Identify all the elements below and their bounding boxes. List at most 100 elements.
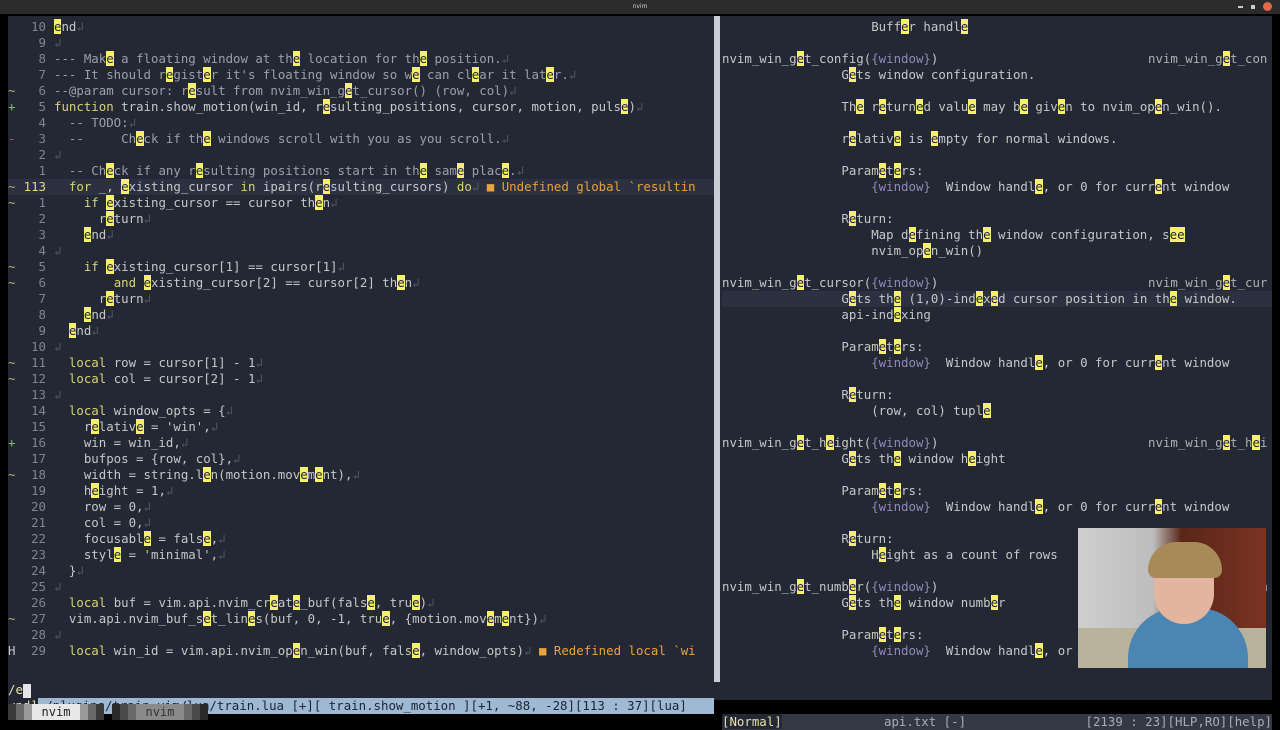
code-line[interactable]: 23 style = 'minimal',↲ <box>8 547 714 563</box>
help-line[interactable]: The returned value may be given to nvim_… <box>722 99 1272 115</box>
code-line[interactable]: 8 end↲ <box>8 307 714 323</box>
help-line[interactable]: {window} Window handle, or 0 for current… <box>722 355 1272 371</box>
code-line[interactable]: 8 --- Make a floating window at the locat… <box>8 51 714 67</box>
help-line[interactable] <box>722 419 1272 435</box>
code-line[interactable]: +16 win = win_id,↲ <box>8 435 714 451</box>
code-line[interactable]: 19 height = 1,↲ <box>8 483 714 499</box>
help-line[interactable] <box>722 35 1272 51</box>
help-line[interactable]: {window} Window handle, or 0 for current… <box>722 179 1272 195</box>
maximize-icon[interactable] <box>1251 4 1255 9</box>
help-line[interactable] <box>722 259 1272 275</box>
code-line[interactable]: 10 end↲ <box>8 19 714 35</box>
code-line[interactable]: 22 focusable = false,↲ <box>8 531 714 547</box>
help-line[interactable] <box>722 83 1272 99</box>
close-icon[interactable] <box>1263 2 1272 11</box>
code-line[interactable]: +5 function train.show_motion(win_id, res… <box>8 99 714 115</box>
code-line[interactable]: 26 local buf = vim.api.nvim_create_buf(f… <box>8 595 714 611</box>
pane-divider[interactable] <box>714 16 720 682</box>
line-number: 8 <box>38 51 46 66</box>
help-line[interactable]: Gets the window height <box>722 451 1272 467</box>
code-line[interactable]: 7 return↲ <box>8 291 714 307</box>
help-line[interactable]: Parameters: <box>722 163 1272 179</box>
code-line[interactable]: 13 ↲ <box>8 387 714 403</box>
code-line[interactable]: 3 end↲ <box>8 227 714 243</box>
code-line[interactable]: 7 --- It should register it's floating wi… <box>8 67 714 83</box>
code-line[interactable]: - 3 -- Check if the windows scroll with y… <box>8 131 714 147</box>
help-line[interactable] <box>722 147 1272 163</box>
help-line[interactable]: nvim_win_get_config({window}) nvim_win_ge… <box>722 51 1272 67</box>
code-line[interactable]: 24 }↲ <box>8 563 714 579</box>
code-line[interactable]: 9 ↲ <box>8 35 714 51</box>
help-tag[interactable]: nvim_win_get_cur <box>1148 275 1267 291</box>
code-line[interactable]: ~1 if existing_cursor == cursor then↲ <box>8 195 714 211</box>
help-line[interactable]: api-indexing <box>722 307 1272 323</box>
help-line[interactable]: relative is empty for normal windows. <box>722 131 1272 147</box>
code-line[interactable]: 1 -- Check if any resulting positions st… <box>8 163 714 179</box>
line-number: 26 <box>31 595 46 610</box>
code-line[interactable]: ~113 for _, existing_cursor in ipairs(re… <box>8 179 714 195</box>
code-line[interactable]: 4 ↲ <box>8 243 714 259</box>
line-number: 20 <box>31 499 46 514</box>
line-number: 6 <box>38 83 46 98</box>
code-line[interactable]: H 29 local win_id = vim.api.nvim_open_win… <box>8 643 714 659</box>
code-text: if existing_cursor[1] == cursor[1]↲ <box>83 259 345 274</box>
code-line[interactable]: 28 ↲ <box>8 627 714 643</box>
help-line[interactable]: Gets the (1,0)-indexed cursor position i… <box>722 291 1272 307</box>
help-line[interactable]: Return: <box>722 387 1272 403</box>
command-line[interactable]: /e <box>8 682 31 698</box>
code-text: vim.api.nvim_buf_set_lines(buf, 0, -1, t… <box>54 611 547 626</box>
code-line[interactable]: ~18 width = string.len(motion.movement),… <box>8 467 714 483</box>
code-line[interactable]: 20 row = 0,↲ <box>8 499 714 515</box>
help-line[interactable]: Parameters: <box>722 339 1272 355</box>
code-line[interactable]: 14 local window_opts = {↲ <box>8 403 714 419</box>
code-line[interactable]: 2 ↲ <box>8 147 714 163</box>
help-line[interactable]: Buffer handle <box>722 19 1272 35</box>
help-line[interactable]: nvim_win_get_cursor({window}) nvim_win_ge… <box>722 275 1272 291</box>
terminal-tab-1[interactable]: nvim <box>8 704 104 720</box>
line-number: 3 <box>38 131 46 146</box>
help-line[interactable] <box>722 467 1272 483</box>
help-line[interactable]: Parameters: <box>722 483 1272 499</box>
code-text: end↲ <box>83 307 114 322</box>
git-sign: - <box>8 131 16 146</box>
help-line[interactable]: Return: <box>722 211 1272 227</box>
help-line[interactable]: nvim_open_win() <box>722 243 1272 259</box>
help-line[interactable] <box>722 115 1272 131</box>
line-number: 15 <box>31 419 46 434</box>
help-line[interactable]: Map defining the window configuration, s… <box>722 227 1272 243</box>
code-line[interactable]: ~6 --@param cursor: result from nvim_win_… <box>8 83 714 99</box>
help-line[interactable]: Gets window configuration. <box>722 67 1272 83</box>
git-sign: H <box>8 643 16 658</box>
code-line[interactable]: 17 bufpos = {row, col},↲ <box>8 451 714 467</box>
code-line[interactable]: 21 col = 0,↲ <box>8 515 714 531</box>
code-line[interactable]: ~5 if existing_cursor[1] == cursor[1]↲ <box>8 259 714 275</box>
code-line[interactable]: ~12 local col = cursor[2] - 1↲ <box>8 371 714 387</box>
code-line[interactable]: ~6 and existing_cursor[2] == cursor[2] t… <box>8 275 714 291</box>
help-line[interactable]: (row, col) tuple <box>722 403 1272 419</box>
code-line[interactable]: 15 relative = 'win',↲ <box>8 419 714 435</box>
help-tag[interactable]: nvim_win_get_hei <box>1148 435 1267 451</box>
help-tag[interactable]: nvim_win_get_con <box>1148 51 1267 67</box>
help-line[interactable]: {window} Window handle, or 0 for current… <box>722 499 1272 515</box>
code-line[interactable]: ~27 vim.api.nvim_buf_set_lines(buf, 0, -… <box>8 611 714 627</box>
help-line[interactable] <box>722 371 1272 387</box>
line-number: 28 <box>31 627 46 642</box>
minimize-icon[interactable] <box>1238 5 1243 8</box>
terminal[interactable]: 10 end↲ 9 ↲ 8 --- Make a floating window at t… <box>8 16 1272 730</box>
editor-pane-train-lua[interactable]: 10 end↲ 9 ↲ 8 --- Make a floating window at t… <box>8 16 714 666</box>
help-line[interactable] <box>722 323 1272 339</box>
window-controls <box>1238 2 1272 11</box>
help-line[interactable]: nvim_win_get_height({window}) nvim_win_ge… <box>722 435 1272 451</box>
code-line[interactable]: 2 return↲ <box>8 211 714 227</box>
code-line[interactable]: 25 ↲ <box>8 579 714 595</box>
code-text: --- It should register it's floating win… <box>54 67 577 82</box>
code-line[interactable]: ~11 local row = cursor[1] - 1↲ <box>8 355 714 371</box>
code-line[interactable]: 9 end↲ <box>8 323 714 339</box>
code-text: local row = cursor[1] - 1↲ <box>68 355 263 370</box>
line-number: 24 <box>31 563 46 578</box>
code-line[interactable]: 4 -- TODO:↲ <box>8 115 714 131</box>
help-line[interactable] <box>722 195 1272 211</box>
terminal-tab-2[interactable]: nvim <box>112 704 208 720</box>
code-line[interactable]: 10 ↲ <box>8 339 714 355</box>
line-number: 5 <box>38 259 46 274</box>
